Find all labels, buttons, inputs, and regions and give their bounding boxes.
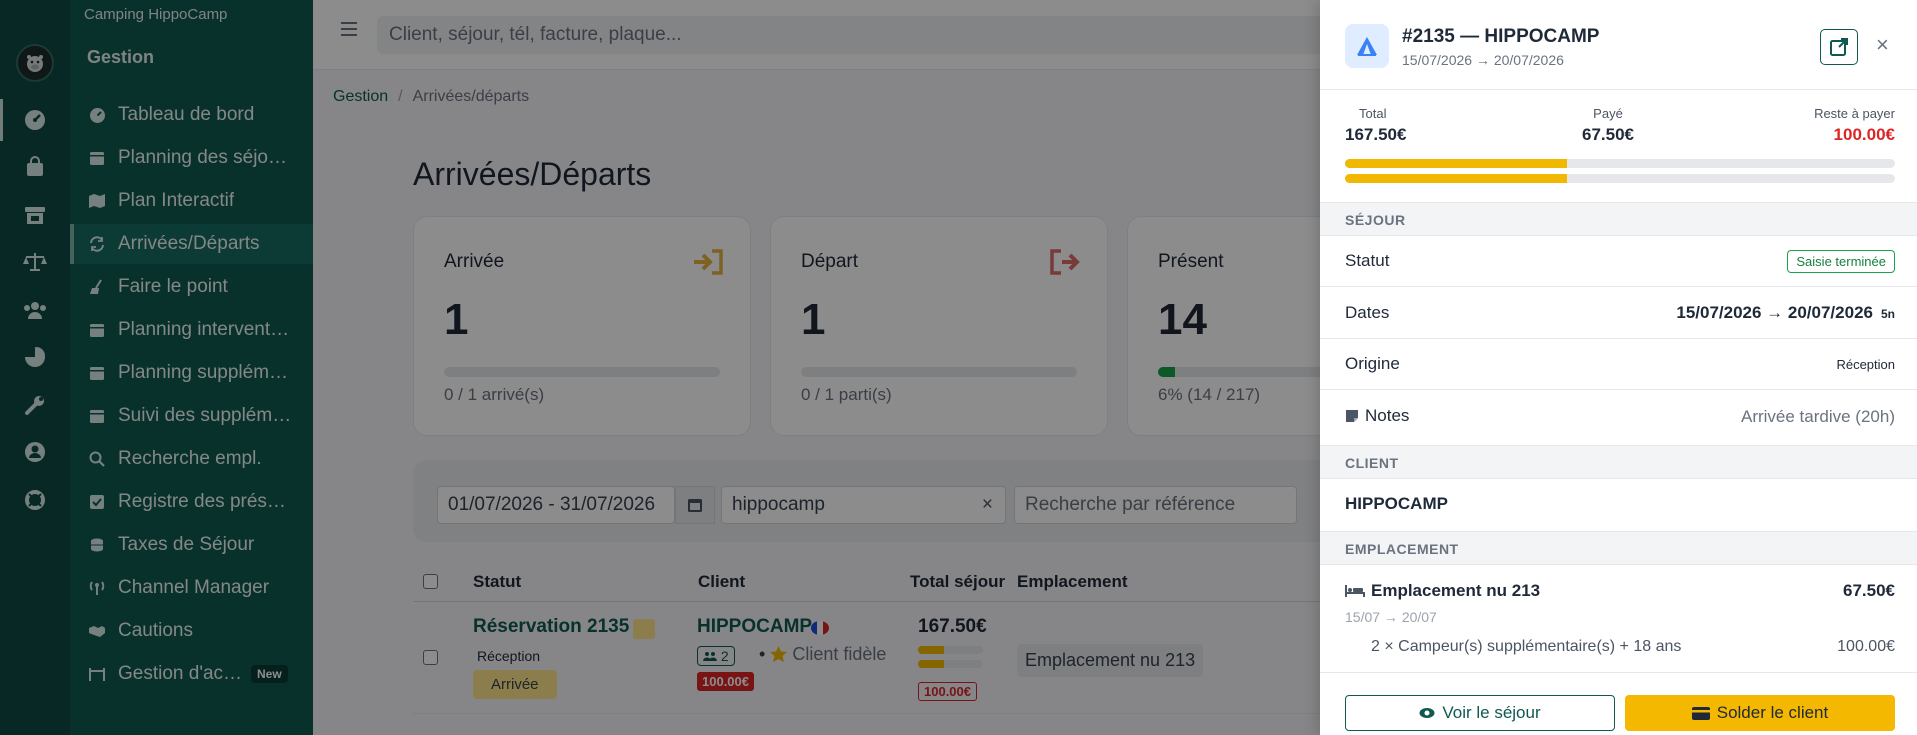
amount-total: Total 167.50€	[1345, 106, 1406, 145]
dates-range: 15/07/2026 → 20/07/2026	[1676, 303, 1873, 322]
origin-row: Origine Réception	[1320, 339, 1917, 390]
location-dates: 15/07 → 20/07	[1345, 609, 1437, 625]
payment-progress-fill	[1345, 159, 1567, 168]
dates-row: Dates 15/07/2026 → 20/07/2026 5n	[1320, 288, 1917, 339]
amount-paid: Payé 67.50€	[1582, 106, 1634, 145]
notes-label: Notes	[1365, 406, 1410, 425]
eye-icon	[1419, 708, 1435, 718]
payment-progress	[1345, 159, 1895, 168]
section-header-emplacement: EMPLACEMENT	[1320, 531, 1917, 565]
drawer-title: #2135 — HIPPOCAMP	[1402, 26, 1600, 47]
amount-rest-value: 100.00€	[1833, 125, 1895, 144]
notes-label-wrap: Notes	[1345, 406, 1409, 426]
dates-label: Dates	[1345, 303, 1390, 322]
amount-paid-label: Payé	[1593, 106, 1623, 121]
status-label: Statut	[1345, 251, 1390, 270]
extra-line-label: 2 × Campeur(s) supplémentaire(s) + 18 an…	[1371, 638, 1682, 655]
payment-progress-fill	[1345, 174, 1567, 183]
amount-rest: Reste à payer 100.00€	[1814, 106, 1895, 145]
drawer-footer: Voir le séjour Solder le client	[1320, 672, 1917, 735]
section-header-sejour: SÉJOUR	[1320, 202, 1917, 236]
open-external-button[interactable]	[1820, 29, 1858, 65]
client-name[interactable]: HIPPOCAMP	[1345, 494, 1448, 514]
sticky-note-icon	[1346, 410, 1358, 422]
notes-value: Arrivée tardive (20h)	[1740, 407, 1895, 426]
settle-client-button[interactable]: Solder le client	[1625, 695, 1895, 731]
status-badge: Saisie terminée	[1787, 250, 1895, 273]
section-header-label: EMPLACEMENT	[1345, 541, 1459, 557]
modal-backdrop[interactable]	[0, 0, 1320, 735]
status-row: Statut Saisie terminée	[1320, 236, 1917, 287]
settle-client-label: Solder le client	[1716, 703, 1829, 722]
close-button[interactable]: ×	[1876, 32, 1889, 58]
location-price: 67.50€	[1843, 581, 1895, 600]
origin-value: Réception	[1836, 357, 1895, 372]
origin-label: Origine	[1345, 354, 1400, 373]
location-title: Emplacement nu 213	[1345, 581, 1540, 601]
section-header-label: SÉJOUR	[1345, 212, 1406, 228]
extra-line-price: 100.00€	[1837, 638, 1895, 655]
external-link-icon	[1830, 38, 1848, 56]
notes-row: Notes Arrivée tardive (20h)	[1320, 391, 1917, 442]
amount-total-value: 167.50€	[1345, 125, 1407, 144]
tent-icon	[1345, 24, 1389, 68]
bed-icon	[1345, 585, 1365, 597]
amount-rest-label: Reste à payer	[1814, 106, 1895, 121]
nights-count: 5n	[1880, 307, 1895, 321]
amount-paid-value: 67.50€	[1582, 125, 1634, 144]
divider	[1320, 89, 1917, 90]
section-header-client: CLIENT	[1320, 445, 1917, 479]
drawer-subtitle: 15/07/2026 → 20/07/2026	[1402, 52, 1564, 68]
dates-value: 15/07/2026 → 20/07/2026 5n	[1676, 303, 1895, 323]
credit-card-icon	[1691, 706, 1710, 720]
amount-total-label: Total	[1359, 106, 1387, 121]
location-name: Emplacement nu 213	[1371, 581, 1541, 600]
view-stay-button[interactable]: Voir le séjour	[1345, 695, 1615, 731]
payment-progress	[1345, 174, 1895, 183]
view-stay-label: Voir le séjour	[1442, 703, 1541, 722]
section-header-label: CLIENT	[1345, 455, 1399, 471]
reservation-drawer: #2135 — HIPPOCAMP 15/07/2026 → 20/07/202…	[1320, 0, 1917, 735]
